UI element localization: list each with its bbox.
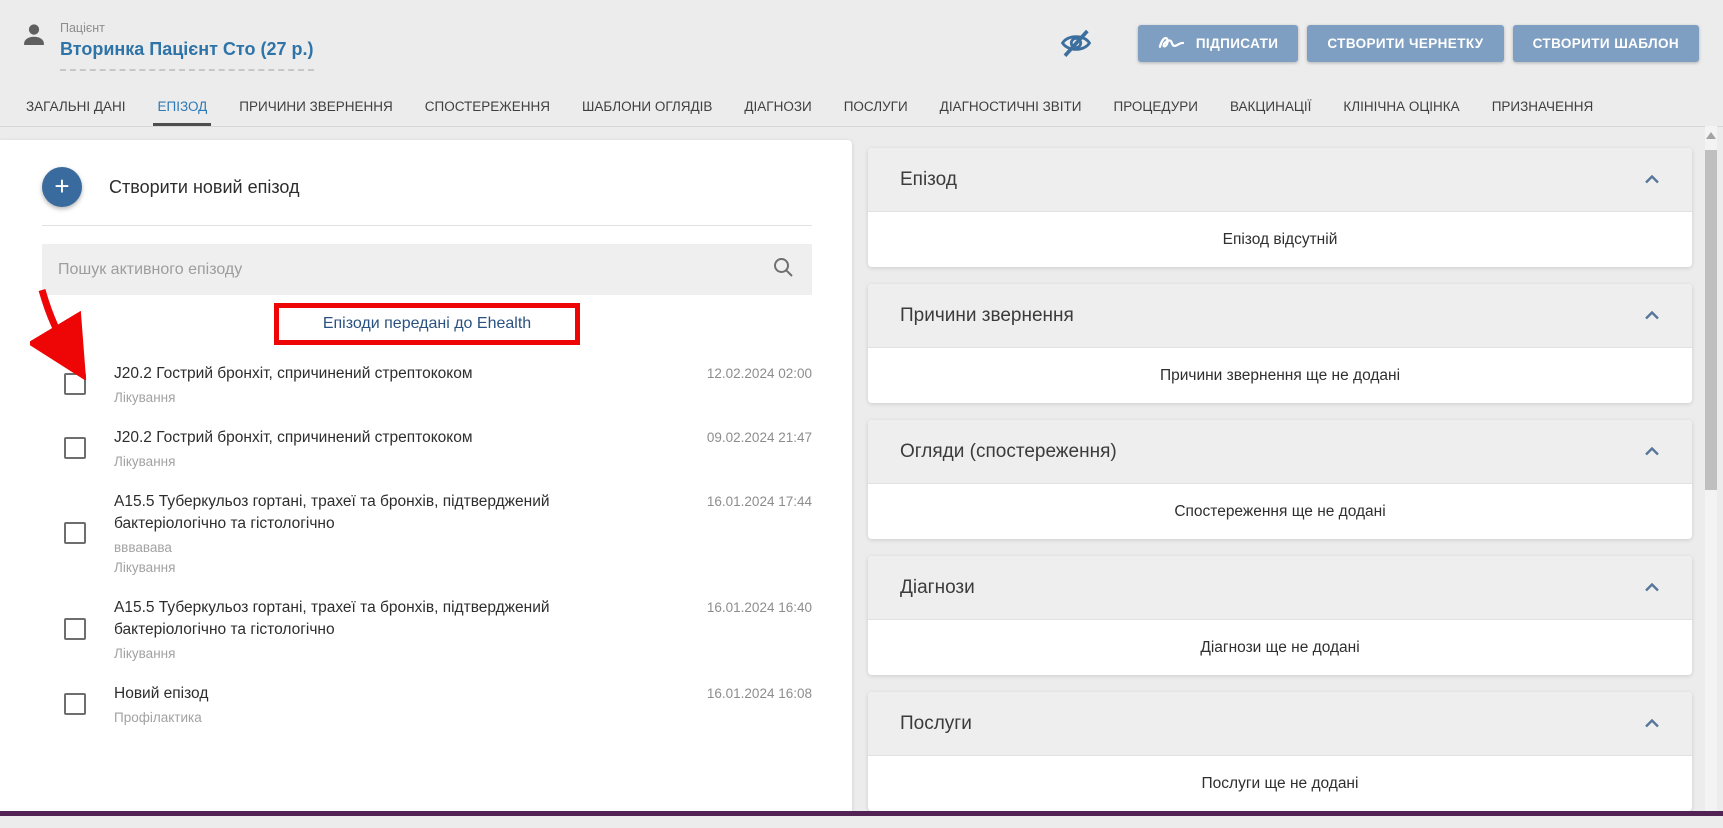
episode-list: J20.2 Гострий бронхіт, спричинений стреп… — [42, 359, 812, 729]
episode-row[interactable]: A15.5 Туберкульоз гортані, трахеї та бро… — [42, 487, 812, 579]
episode-date: 16.01.2024 16:08 — [687, 683, 812, 701]
episode-date: 16.01.2024 17:44 — [687, 491, 812, 509]
tab-exam-templates[interactable]: ШАБЛОНИ ОГЛЯДІВ — [566, 86, 728, 126]
episode-subtitle: Лікування — [114, 390, 663, 405]
ehealth-transferred-label: Епізоди передані до Ehealth — [323, 315, 531, 332]
tab-episode[interactable]: ЕПІЗОД — [141, 86, 223, 126]
chevron-up-icon[interactable] — [1644, 715, 1660, 733]
tab-diagnostic-reports[interactable]: ДІАГНОСТИЧНІ ЗВІТИ — [924, 86, 1098, 126]
episode-date: 16.01.2024 16:40 — [687, 597, 812, 615]
eye-off-icon[interactable] — [1053, 25, 1099, 61]
episode-checkbox[interactable] — [64, 437, 86, 459]
chevron-up-icon[interactable] — [1644, 443, 1660, 461]
summary-section-header[interactable]: Епізод — [868, 148, 1692, 212]
chevron-up-icon[interactable] — [1644, 171, 1660, 189]
summary-section-services: Послуги Послуги ще не додані — [868, 692, 1692, 811]
patient-info[interactable]: Пацієнт Вторинка Пацієнт Сто (27 р.) — [20, 15, 314, 71]
summary-section-observations: Огляди (спостереження) Спостереження ще … — [868, 420, 1692, 539]
episode-checkbox[interactable] — [64, 618, 86, 640]
search-icon[interactable] — [771, 255, 795, 284]
episode-summary-panel: Епізод Епізод відсутній Причини зверненн… — [868, 148, 1692, 828]
create-template-button[interactable]: СТВОРИТИ ШАБЛОН — [1513, 25, 1699, 62]
summary-empty-text: Послуги ще не додані — [868, 756, 1692, 811]
patient-header: Пацієнт Вторинка Пацієнт Сто (27 р.) ПІД… — [0, 0, 1723, 86]
episode-row[interactable]: A15.5 Туберкульоз гортані, трахеї та бро… — [42, 593, 812, 665]
episode-subtitle: вввавава — [114, 540, 663, 555]
episode-date: 12.02.2024 02:00 — [687, 363, 812, 381]
sign-button[interactable]: ПІДПИСАТИ — [1138, 25, 1299, 62]
episodes-panel: + Створити новий епізод Епізоди передані… — [0, 140, 852, 811]
summary-section-episode: Епізод Епізод відсутній — [868, 148, 1692, 267]
episode-checkbox[interactable] — [64, 373, 86, 395]
summary-section-title: Епізод — [900, 169, 957, 191]
episode-title: A15.5 Туберкульоз гортані, трахеї та бро… — [114, 597, 663, 641]
episode-title: Новий епізод — [114, 683, 663, 705]
episode-date: 09.02.2024 21:47 — [687, 427, 812, 445]
create-template-label: СТВОРИТИ ШАБЛОН — [1533, 36, 1679, 51]
episode-title: A15.5 Туберкульоз гортані, трахеї та бро… — [114, 491, 663, 535]
summary-section-visit-reasons: Причини звернення Причини звернення ще н… — [868, 284, 1692, 403]
summary-empty-text: Спостереження ще не додані — [868, 484, 1692, 539]
summary-section-title: Послуги — [900, 713, 972, 735]
summary-section-header[interactable]: Діагнози — [868, 556, 1692, 620]
episode-title: J20.2 Гострий бронхіт, спричинений стреп… — [114, 363, 663, 385]
section-tabbar: ЗАГАЛЬНІ ДАНІ ЕПІЗОД ПРИЧИНИ ЗВЕРНЕННЯ С… — [0, 86, 1723, 127]
signature-icon — [1158, 34, 1185, 53]
tab-general-data[interactable]: ЗАГАЛЬНІ ДАНІ — [10, 86, 141, 126]
create-episode-button[interactable]: + — [42, 167, 82, 207]
summary-section-header[interactable]: Причини звернення — [868, 284, 1692, 348]
tab-visit-reasons[interactable]: ПРИЧИНИ ЗВЕРНЕННЯ — [223, 86, 408, 126]
person-icon — [20, 21, 48, 54]
scrollbar-thumb[interactable] — [1705, 150, 1717, 490]
episode-row[interactable]: J20.2 Гострий бронхіт, спричинений стреп… — [42, 423, 812, 473]
tab-observations[interactable]: СПОСТЕРЕЖЕННЯ — [409, 86, 566, 126]
episode-search-input[interactable] — [56, 260, 771, 280]
tab-clinical-assessment[interactable]: КЛІНІЧНА ОЦІНКА — [1327, 86, 1475, 126]
episode-row[interactable]: Новий епізод Профілактика 16.01.2024 16:… — [42, 679, 812, 729]
summary-section-header[interactable]: Огляди (спостереження) — [868, 420, 1692, 484]
episode-checkbox[interactable] — [64, 522, 86, 544]
patient-label: Пацієнт — [60, 21, 314, 35]
annotation-highlight-box: Епізоди передані до Ehealth — [274, 303, 580, 345]
summary-section-title: Огляди (спостереження) — [900, 441, 1117, 463]
tab-diagnoses[interactable]: ДІАГНОЗИ — [728, 86, 827, 126]
patient-name[interactable]: Вторинка Пацієнт Сто (27 р.) — [60, 39, 314, 71]
create-episode-label: Створити новий епізод — [109, 177, 300, 198]
summary-section-title: Причини звернення — [900, 305, 1074, 327]
chevron-up-icon[interactable] — [1644, 307, 1660, 325]
summary-section-diagnoses: Діагнози Діагнози ще не додані — [868, 556, 1692, 675]
episode-title: J20.2 Гострий бронхіт, спричинений стреп… — [114, 427, 663, 449]
chevron-up-icon[interactable] — [1644, 579, 1660, 597]
vertical-scrollbar[interactable] — [1705, 126, 1717, 811]
scroll-up-arrow[interactable] — [1706, 132, 1716, 139]
episode-subtitle: Профілактика — [114, 710, 663, 725]
tab-vaccinations[interactable]: ВАКЦИНАЦІЇ — [1214, 86, 1327, 126]
summary-section-header[interactable]: Послуги — [868, 692, 1692, 756]
sign-button-label: ПІДПИСАТИ — [1196, 36, 1279, 51]
create-draft-label: СТВОРИТИ ЧЕРНЕТКУ — [1327, 36, 1483, 51]
summary-empty-text: Епізод відсутній — [868, 212, 1692, 267]
tab-prescriptions[interactable]: ПРИЗНАЧЕННЯ — [1476, 86, 1610, 126]
episode-row[interactable]: J20.2 Гострий бронхіт, спричинений стреп… — [42, 359, 812, 409]
episode-checkbox[interactable] — [64, 693, 86, 715]
bottom-window-bar — [0, 811, 1723, 816]
episode-subtitle: Лікування — [114, 560, 663, 575]
divider — [42, 225, 812, 226]
create-draft-button[interactable]: СТВОРИТИ ЧЕРНЕТКУ — [1307, 25, 1503, 62]
summary-section-title: Діагнози — [900, 577, 975, 599]
episode-search — [42, 244, 812, 295]
summary-empty-text: Діагнози ще не додані — [868, 620, 1692, 675]
episode-subtitle: Лікування — [114, 454, 663, 469]
episode-subtitle: Лікування — [114, 646, 663, 661]
tab-services[interactable]: ПОСЛУГИ — [828, 86, 924, 126]
summary-empty-text: Причини звернення ще не додані — [868, 348, 1692, 403]
tab-procedures[interactable]: ПРОЦЕДУРИ — [1098, 86, 1214, 126]
